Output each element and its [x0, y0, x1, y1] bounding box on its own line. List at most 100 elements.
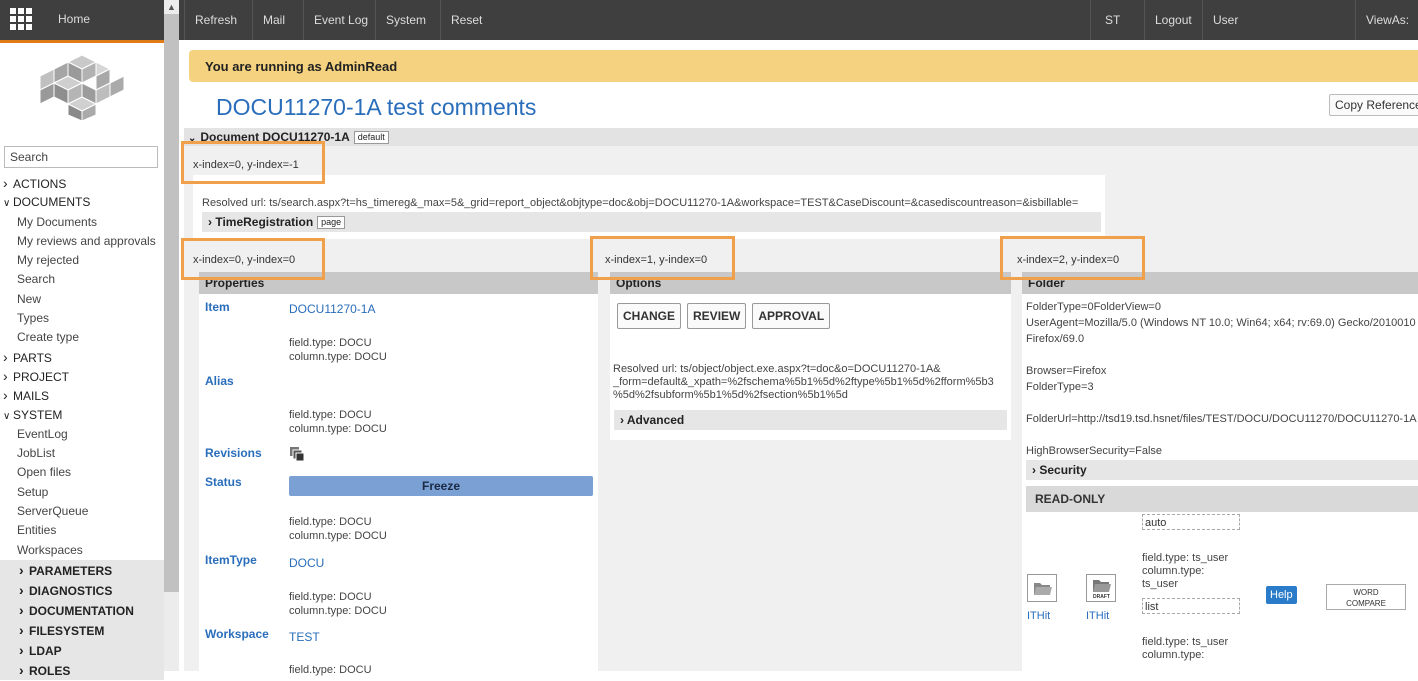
sidebar-item-serverqueue[interactable]: ServerQueue: [0, 502, 164, 521]
sidebar-item-filesystem[interactable]: › FILESYSTEM: [0, 619, 164, 640]
top-bar: Home Refresh Mail Event Log System Reset…: [0, 0, 1418, 67]
list-field[interactable]: list: [1142, 598, 1240, 614]
readonly-header: READ-ONLY: [1026, 486, 1418, 512]
system-button[interactable]: System: [375, 0, 436, 40]
folder-info-line: UserAgent=Mozilla/5.0 (Windows NT 10.0; …: [1026, 317, 1416, 329]
sidebar-item-actions[interactable]: › ACTIONS: [0, 174, 164, 193]
chevron-right-icon: ›: [19, 661, 24, 678]
copy-reference-button[interactable]: Copy Reference: [1329, 94, 1418, 116]
help-button[interactable]: Help: [1266, 586, 1297, 604]
review-button[interactable]: REVIEW: [687, 303, 747, 329]
sidebar-item-my-reviews-and-approvals[interactable]: My reviews and approvals: [0, 232, 164, 251]
chevron-down-icon: ∨: [3, 410, 11, 422]
scrollbar-thumb[interactable]: [164, 14, 179, 592]
sidebar-item-open-files[interactable]: Open files: [0, 463, 164, 482]
sidebar-item-label: JobList: [17, 446, 56, 461]
sidebar-item-eventlog[interactable]: EventLog: [0, 425, 164, 444]
cubes-logo-icon: [39, 54, 125, 122]
advanced-label: Advanced: [626, 413, 685, 427]
auto-field[interactable]: auto: [1142, 514, 1240, 530]
resolved-url-top: Resolved url: ts/search.aspx?t=hs_timere…: [202, 197, 1079, 209]
chevron-right-icon: ›: [1032, 463, 1036, 477]
change-button[interactable]: CHANGE: [617, 303, 682, 329]
approval-button[interactable]: APPROVAL: [752, 303, 831, 329]
options-buttons: CHANGE REVIEW APPROVAL: [617, 303, 836, 329]
sidebar-item-project[interactable]: › PROJECT: [0, 367, 164, 386]
sidebar-item-roles[interactable]: › ROLES: [0, 659, 164, 680]
sidebar-item-types[interactable]: Types: [0, 309, 164, 328]
role-banner-text: You are running as AdminRead: [205, 59, 398, 74]
highlight-box: [181, 141, 325, 184]
home-link[interactable]: Home: [58, 12, 90, 26]
item-value-link[interactable]: DOCU11270-1A: [289, 302, 375, 316]
view-as-label[interactable]: ViewAs:: [1355, 0, 1418, 40]
sidebar-item-parameters[interactable]: › PARAMETERS: [0, 559, 164, 580]
field-type-text: field.type: DOCU: [289, 516, 372, 528]
sidebar-item-label: EventLog: [17, 426, 68, 441]
sidebar-item-ldap[interactable]: › LDAP: [0, 639, 164, 660]
sidebar-item-my-documents[interactable]: My Documents: [0, 213, 164, 232]
workspace-field-meta: field.type: DOCU: [289, 664, 372, 676]
word-compare-line: WORD: [1353, 588, 1379, 597]
sidebar-item-documents[interactable]: ∨ DOCUMENTS: [0, 193, 164, 212]
field-type-text: field.type: DOCU: [289, 337, 372, 349]
freeze-button[interactable]: Freeze: [289, 476, 593, 496]
advanced-header[interactable]: › Advanced: [614, 410, 1007, 430]
sidebar-item-search[interactable]: Search: [0, 270, 164, 289]
user-initials[interactable]: ST: [1090, 0, 1134, 40]
apps-grid-icon[interactable]: [10, 8, 32, 30]
event-log-button[interactable]: Event Log: [303, 0, 378, 40]
itemtype-value-link[interactable]: DOCU: [289, 556, 324, 570]
timereg-panel: Resolved url: ts/search.aspx?t=hs_timere…: [193, 175, 1105, 239]
mail-button[interactable]: Mail: [252, 0, 295, 40]
item-field-meta: field.type: DOCU column.type: DOCU: [289, 336, 387, 364]
sidebar-item-system[interactable]: ∨ SYSTEM: [0, 406, 164, 425]
chevron-down-icon: ∨: [3, 198, 11, 210]
highlight-box: [590, 236, 735, 280]
sidebar-scrollbar[interactable]: ▲: [164, 0, 179, 671]
resolved-url-options: Resolved url: ts/object/object.exe.aspx?…: [613, 363, 994, 402]
page-tag[interactable]: page: [317, 216, 346, 230]
sidebar-item-entities[interactable]: Entities: [0, 521, 164, 540]
sidebar-item-diagnostics[interactable]: › DIAGNOSTICS: [0, 579, 164, 600]
refresh-button[interactable]: Refresh: [184, 0, 247, 40]
sidebar-item-documentation[interactable]: › DOCUMENTATION: [0, 599, 164, 620]
sidebar-item-new[interactable]: New: [0, 290, 164, 309]
ithit-link-2[interactable]: ITHit: [1086, 610, 1109, 622]
document-section-header[interactable]: ⌄ Document DOCU11270-1A default: [184, 128, 1418, 146]
word-compare-button[interactable]: WORD COMPARE: [1326, 584, 1406, 610]
timeregistration-header[interactable]: › TimeRegistration page: [202, 212, 1101, 232]
folder-info-line: FolderType=0FolderView=0: [1026, 301, 1161, 313]
meta-line: column.type:: [1142, 649, 1205, 661]
sidebar-item-workspaces[interactable]: Workspaces: [0, 541, 164, 560]
sidebar-item-create-type[interactable]: Create type: [0, 328, 164, 347]
folder-panel: Folder FolderType=0FolderView=0 UserAgent…: [1022, 272, 1418, 671]
revisions-icon[interactable]: [289, 446, 305, 462]
workspace-value-link[interactable]: TEST: [289, 630, 320, 644]
default-tag[interactable]: default: [353, 131, 389, 145]
draft-label: DRAFT: [1093, 594, 1110, 600]
security-header[interactable]: › Security: [1026, 460, 1418, 480]
sidebar-search-input[interactable]: [4, 146, 158, 168]
sidebar-item-my-rejected[interactable]: My rejected: [0, 251, 164, 270]
logout-button[interactable]: Logout: [1144, 0, 1202, 40]
itemtype-label: ItemType: [205, 553, 257, 567]
sidebar-item-mails[interactable]: › MAILS: [0, 386, 164, 405]
sidebar-item-setup[interactable]: Setup: [0, 483, 164, 502]
ithit-link-1[interactable]: ITHit: [1027, 610, 1050, 622]
user-level-dropdown[interactable]: User level:AdminRead ⌵: [1202, 0, 1335, 67]
sidebar-item-joblist[interactable]: JobList: [0, 444, 164, 463]
column-type-text: column.type: DOCU: [289, 423, 387, 435]
folder-info-line: Browser=Firefox: [1026, 365, 1107, 377]
chevron-right-icon: ›: [208, 215, 212, 229]
meta-line: column.type:: [1142, 565, 1205, 577]
sidebar-item-label: Create type: [17, 330, 80, 345]
sidebar-item-label: DOCUMENTS: [13, 195, 91, 210]
sidebar-item-label: DOCUMENTATION: [29, 603, 134, 618]
scroll-up-icon[interactable]: ▲: [167, 2, 176, 12]
folder-open-icon[interactable]: [1027, 574, 1057, 602]
sidebar-item-label: Open files: [17, 465, 72, 480]
reset-button[interactable]: Reset: [440, 0, 492, 40]
chevron-right-icon: ›: [3, 175, 8, 191]
sidebar-item-parts[interactable]: › PARTS: [0, 348, 164, 367]
